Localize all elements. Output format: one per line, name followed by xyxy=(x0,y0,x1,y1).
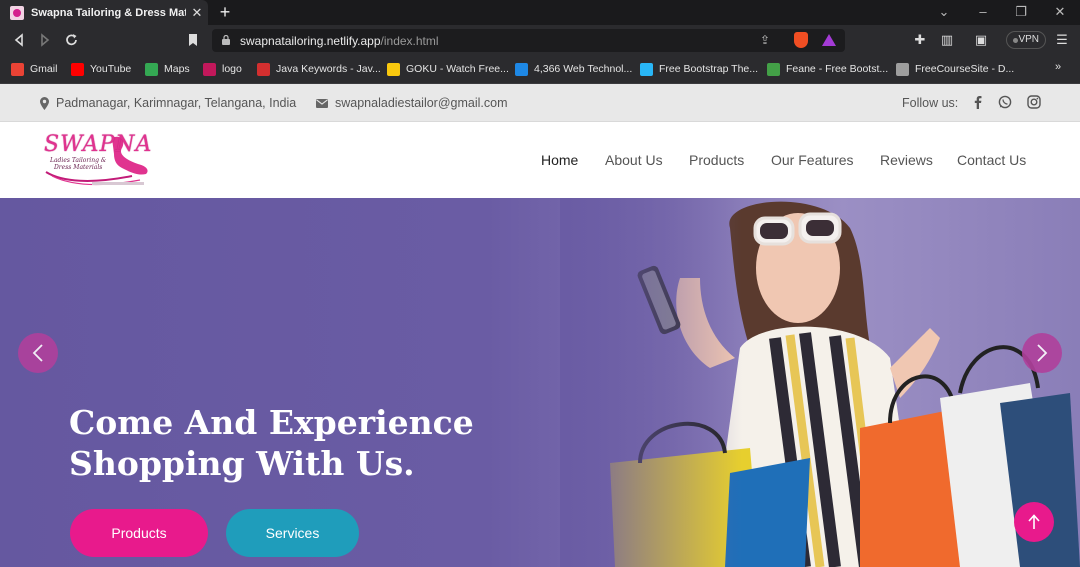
bookmark-label: 4,366 Web Technol... xyxy=(534,63,633,75)
nav-about-us[interactable]: About Us xyxy=(605,152,663,168)
bookmark-youtube[interactable]: YouTube xyxy=(71,61,131,77)
bookmark-label: Gmail xyxy=(30,63,58,75)
nav-our-features[interactable]: Our Features xyxy=(771,152,853,168)
extensions-icon[interactable]: ✚ xyxy=(911,31,929,49)
whatsapp-icon[interactable] xyxy=(998,95,1012,109)
share-icon[interactable]: ⇪ xyxy=(760,33,776,48)
instagram-icon[interactable] xyxy=(1027,95,1041,109)
bookmark-icon[interactable] xyxy=(184,31,202,49)
browser-tab-strip: Swapna Tailoring & Dress Materials ✕ + ⌄… xyxy=(0,0,1080,25)
vpn-button[interactable]: VPN xyxy=(1006,31,1046,49)
bookmark-maps[interactable]: Maps xyxy=(145,61,190,77)
facebook-icon[interactable] xyxy=(971,95,985,109)
products-button[interactable]: Products xyxy=(70,509,208,557)
browser-tab[interactable]: Swapna Tailoring & Dress Materials ✕ xyxy=(0,0,208,25)
back-to-top-button[interactable] xyxy=(1014,502,1054,542)
hero-shopping-woman-image xyxy=(560,198,1080,567)
bookmark-label: Free Bootstrap The... xyxy=(659,63,759,75)
bookmark-label: FreeCourseSite - D... xyxy=(915,63,1015,75)
back-icon[interactable] xyxy=(10,31,28,49)
email-text[interactable]: swapnaladiestailor@gmail.com xyxy=(335,96,508,110)
url-text: swapnatailoring.netlify.app/index.html xyxy=(240,34,439,48)
bookmark-logo-bookmark[interactable]: logo xyxy=(203,61,242,77)
site-topbar: Padmanagar, Karimnagar, Telangana, India… xyxy=(0,84,1080,122)
map-marker-icon xyxy=(40,96,49,110)
sidebar-icon[interactable]: ▥ xyxy=(938,31,956,49)
address-info: Padmanagar, Karimnagar, Telangana, India xyxy=(40,96,296,110)
site-favicon-icon xyxy=(10,5,24,20)
maps-icon xyxy=(145,62,158,76)
forward-icon[interactable] xyxy=(36,31,54,49)
window-close-icon[interactable]: ✕ xyxy=(1051,4,1069,20)
nav-home[interactable]: Home xyxy=(541,152,578,168)
bookmarks-bar: » Gmail YouTube Maps logo Java Keywords - Ja… xyxy=(0,56,1080,84)
nav-reviews[interactable]: Reviews xyxy=(880,152,933,168)
javatpoint-icon xyxy=(257,62,270,76)
lock-icon xyxy=(222,35,230,45)
bookmark-label: Maps xyxy=(164,63,190,75)
logo-tagline-line1: Ladies Tailoring & xyxy=(50,157,107,164)
wallet-icon[interactable]: ▣ xyxy=(972,31,990,49)
youtube-icon xyxy=(71,62,84,76)
hero-title: Come And Experience Shopping With Us. xyxy=(69,403,474,483)
more-bookmarks-icon[interactable]: » xyxy=(1055,61,1061,73)
arrow-up-icon xyxy=(1028,514,1040,529)
email-info: swapnaladiestailor@gmail.com xyxy=(316,96,508,110)
nav-contact-us[interactable]: Contact Us xyxy=(957,152,1026,168)
chevron-right-icon xyxy=(1037,344,1048,362)
logo-tagline-line2: Dress Materials xyxy=(54,164,103,171)
globe-icon xyxy=(896,62,909,76)
bookmark-globe[interactable]: FreeCourseSite - D... xyxy=(896,61,1014,77)
restore-icon[interactable]: ❐ xyxy=(1012,4,1030,20)
bookmark-gmail[interactable]: Gmail xyxy=(11,61,57,77)
gmail-icon xyxy=(11,62,24,76)
bookmark-javatpoint[interactable]: Java Keywords - Jav... xyxy=(257,61,381,77)
carousel-prev-button[interactable] xyxy=(18,333,58,373)
bookmark-feane[interactable]: Feane - Free Bootst... xyxy=(767,61,888,77)
site-logo[interactable]: SWAPNA Ladies Tailoring & Dress Material… xyxy=(42,130,153,190)
brave-shields-icon[interactable] xyxy=(794,32,808,48)
brave-rewards-icon[interactable] xyxy=(822,34,836,46)
web-tech-icon xyxy=(515,62,528,76)
goku-icon xyxy=(387,62,400,76)
tab-title: Swapna Tailoring & Dress Materials xyxy=(31,6,186,19)
bookmark-label: GOKU - Watch Free... xyxy=(406,63,509,75)
minimize-icon[interactable]: – xyxy=(974,4,992,19)
nav-products[interactable]: Products xyxy=(689,152,744,168)
bookmark-web-tech[interactable]: 4,366 Web Technol... xyxy=(515,61,632,77)
hero-carousel: Come And Experience Shopping With Us. Pr… xyxy=(0,198,1080,567)
bookmark-bootstrap[interactable]: Free Bootstrap The... xyxy=(640,61,758,77)
bookmark-label: logo xyxy=(222,63,242,75)
logo-brand-text: SWAPNA xyxy=(44,132,153,157)
reload-icon[interactable] xyxy=(63,31,81,49)
new-tab-icon[interactable]: + xyxy=(216,3,234,21)
site-header: SWAPNA Ladies Tailoring & Dress Material… xyxy=(0,122,1080,293)
close-tab-icon[interactable]: ✕ xyxy=(190,5,204,21)
bookmark-goku[interactable]: GOKU - Watch Free... xyxy=(387,61,509,77)
logo-bookmark-icon xyxy=(203,62,216,76)
address-text: Padmanagar, Karimnagar, Telangana, India xyxy=(56,96,297,110)
bookmark-label: Java Keywords - Jav... xyxy=(276,63,381,75)
bookmark-label: YouTube xyxy=(90,63,132,75)
services-button[interactable]: Services xyxy=(226,509,359,557)
bookmark-label: Feane - Free Bootst... xyxy=(786,63,889,75)
browser-toolbar: swapnatailoring.netlify.app/index.html ⇪… xyxy=(0,25,1080,56)
tab-search-icon[interactable]: ⌄ xyxy=(935,4,953,20)
menu-icon[interactable]: ☰ xyxy=(1053,31,1071,49)
envelope-icon xyxy=(316,98,328,108)
address-bar[interactable]: swapnatailoring.netlify.app/index.html ⇪ xyxy=(212,29,845,52)
chevron-left-icon xyxy=(32,344,43,362)
carousel-next-button[interactable] xyxy=(1022,333,1062,373)
bootstrap-icon xyxy=(640,62,653,76)
follow-us-label: Follow us: xyxy=(902,96,959,110)
feane-icon xyxy=(767,62,780,76)
